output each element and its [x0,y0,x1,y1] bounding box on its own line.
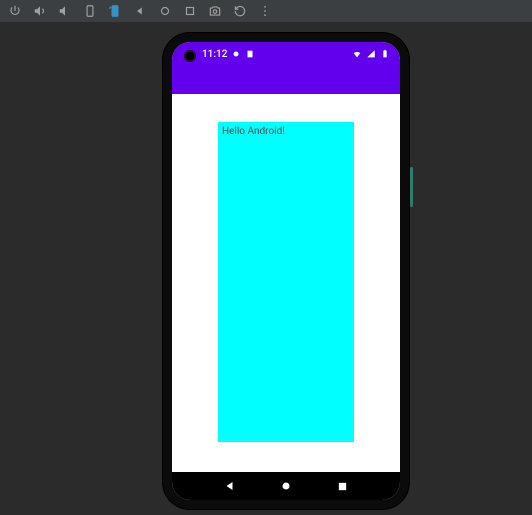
battery-icon [380,49,390,59]
signal-icon [366,49,376,59]
status-time: 11:12 [202,49,227,60]
phone-frame: 11:12 [162,32,410,510]
notification-icon [245,49,255,59]
app-content: Hello Android! [172,94,400,472]
rotate-left-icon[interactable] [83,4,97,18]
camera-cutout [184,50,196,62]
more-icon[interactable] [258,4,272,18]
home-circle-icon[interactable] [158,4,172,18]
nav-overview-button[interactable] [332,476,352,496]
nav-back-button[interactable] [220,476,240,496]
greeting-text: Hello Android! [222,126,350,137]
emulator-toolbar [0,0,532,22]
cyan-panel: Hello Android! [218,122,354,442]
android-status-bar: 11:12 [172,42,400,66]
debug-icon [231,49,241,59]
nav-home-button[interactable] [276,476,296,496]
overview-square-icon[interactable] [183,4,197,18]
app-action-bar [172,66,400,94]
back-triangle-icon[interactable] [133,4,147,18]
reset-icon[interactable] [233,4,247,18]
volume-up-icon[interactable] [33,4,47,18]
power-icon[interactable] [8,4,22,18]
volume-down-icon[interactable] [58,4,72,18]
android-nav-bar [172,472,400,500]
wifi-icon [352,49,362,59]
device-screen[interactable]: 11:12 [172,42,400,500]
screenshot-icon[interactable] [208,4,222,18]
rotate-right-icon[interactable] [108,4,122,18]
power-button[interactable] [410,167,413,207]
emulator-device: 11:12 [162,32,410,510]
